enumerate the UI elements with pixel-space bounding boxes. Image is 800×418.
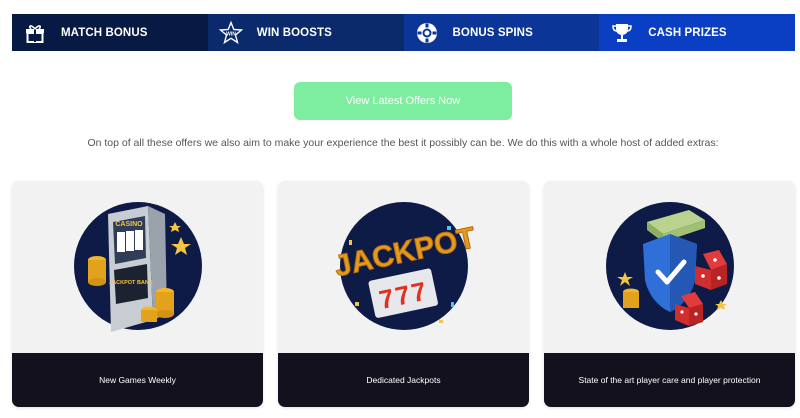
- card-title: New Games Weekly: [12, 353, 263, 407]
- trophy-icon: [609, 20, 635, 46]
- feature-card-jackpots: JACKPOT 777 Dedicated Jackpots: [278, 181, 529, 407]
- roulette-chip-icon: [414, 20, 440, 46]
- tab-cash-prizes-label: CASH PRIZES: [648, 26, 727, 39]
- tab-cash-prizes[interactable]: CASH PRIZES: [599, 14, 795, 51]
- promo-tab-bar: MATCH BONUS WIN WIN BOOSTS BONUS SPINS C…: [12, 14, 795, 51]
- tab-bonus-spins-label: BONUS SPINS: [452, 26, 533, 39]
- jackpot-777-illustration: JACKPOT 777: [278, 181, 529, 353]
- tab-match-bonus-label: MATCH BONUS: [61, 26, 148, 39]
- tab-win-boosts[interactable]: WIN WIN BOOSTS: [207, 14, 404, 51]
- gift-icon: [22, 20, 48, 46]
- feature-card-new-games: CASINO JACKPOT BANK New Games Weekly: [12, 181, 263, 407]
- slot-panel-text: JACKPOT BANK: [109, 280, 153, 286]
- feature-card-player-care: State of the art player care and player …: [544, 181, 795, 407]
- tab-win-boosts-label: WIN BOOSTS: [256, 26, 332, 39]
- view-offers-button[interactable]: View Latest Offers Now: [294, 82, 512, 120]
- svg-text:WIN: WIN: [226, 31, 236, 37]
- card-title: Dedicated Jackpots: [278, 353, 529, 407]
- slot-sign-text: CASINO: [115, 221, 143, 228]
- shield-dice-illustration: [544, 181, 795, 353]
- card-title: State of the art player care and player …: [544, 353, 795, 407]
- slot-machine-illustration: CASINO JACKPOT BANK: [12, 181, 263, 353]
- tab-match-bonus[interactable]: MATCH BONUS: [12, 14, 208, 51]
- star-badge-icon: WIN: [218, 20, 244, 46]
- intro-text: On top of all these offers we also aim t…: [87, 137, 719, 149]
- tab-bonus-spins[interactable]: BONUS SPINS: [403, 14, 600, 51]
